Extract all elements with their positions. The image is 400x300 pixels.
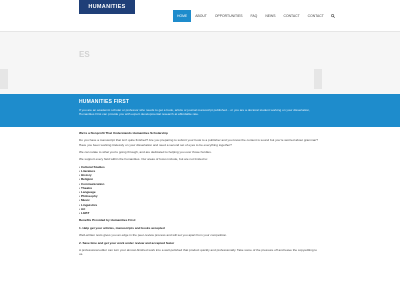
banner-title: HUMANITIES FIRST	[79, 99, 130, 105]
intro-banner: HUMANITIES FIRST If you are an academic …	[0, 94, 400, 127]
nav-contact[interactable]: CONTACT	[280, 10, 304, 22]
hero-slider	[0, 32, 400, 94]
main-content: We're a Nonprofit That Understands Human…	[79, 131, 321, 260]
nav-opportunities[interactable]: OPPORTUNITIES	[211, 10, 247, 22]
slider-caption: ES	[79, 50, 90, 59]
nav-faq[interactable]: FAQ	[247, 10, 262, 22]
nav-news[interactable]: NEWS	[261, 10, 279, 22]
benefit-2-title: 2. Save time and get your work under rev…	[79, 240, 175, 245]
nav-home[interactable]: HOME	[173, 10, 192, 22]
content-heading: We're a Nonprofit That Understands Human…	[79, 131, 168, 135]
benefits-heading: Benefits Provided by Humanities First:	[79, 218, 136, 223]
site-logo[interactable]: HUMANITIES	[79, 0, 135, 14]
content-paragraph-3: We support every field within the humani…	[79, 157, 208, 162]
benefit-1-text: Well-written texts gives you an edge in …	[79, 233, 227, 238]
content-paragraph-1: Do you have a manuscript that isn't quit…	[79, 138, 319, 147]
banner-text: If you are an academic scholar or profes…	[79, 108, 310, 117]
fields-list: • Cultural Studies • Literature • Histor…	[79, 165, 321, 215]
main-nav: HOME ABOUT OPPORTUNITIES FAQ NEWS CONTAC…	[173, 10, 338, 22]
slider-prev-arrow[interactable]	[0, 69, 8, 89]
content-paragraph-2: We can relate to what you're going throu…	[79, 149, 212, 154]
benefit-1-title: 1. Help get your articles, manuscripts a…	[79, 225, 165, 230]
search-icon[interactable]	[328, 10, 338, 22]
slider-next-arrow[interactable]	[314, 69, 322, 89]
list-item: • LGBT	[79, 211, 90, 215]
benefit-2-text: A professional editor can turn your almo…	[79, 247, 318, 257]
site-header: HUMANITIES HOME ABOUT OPPORTUNITIES FAQ …	[0, 0, 400, 32]
nav-contact-2[interactable]: CONTACT	[304, 10, 328, 22]
nav-about[interactable]: ABOUT	[191, 10, 211, 22]
